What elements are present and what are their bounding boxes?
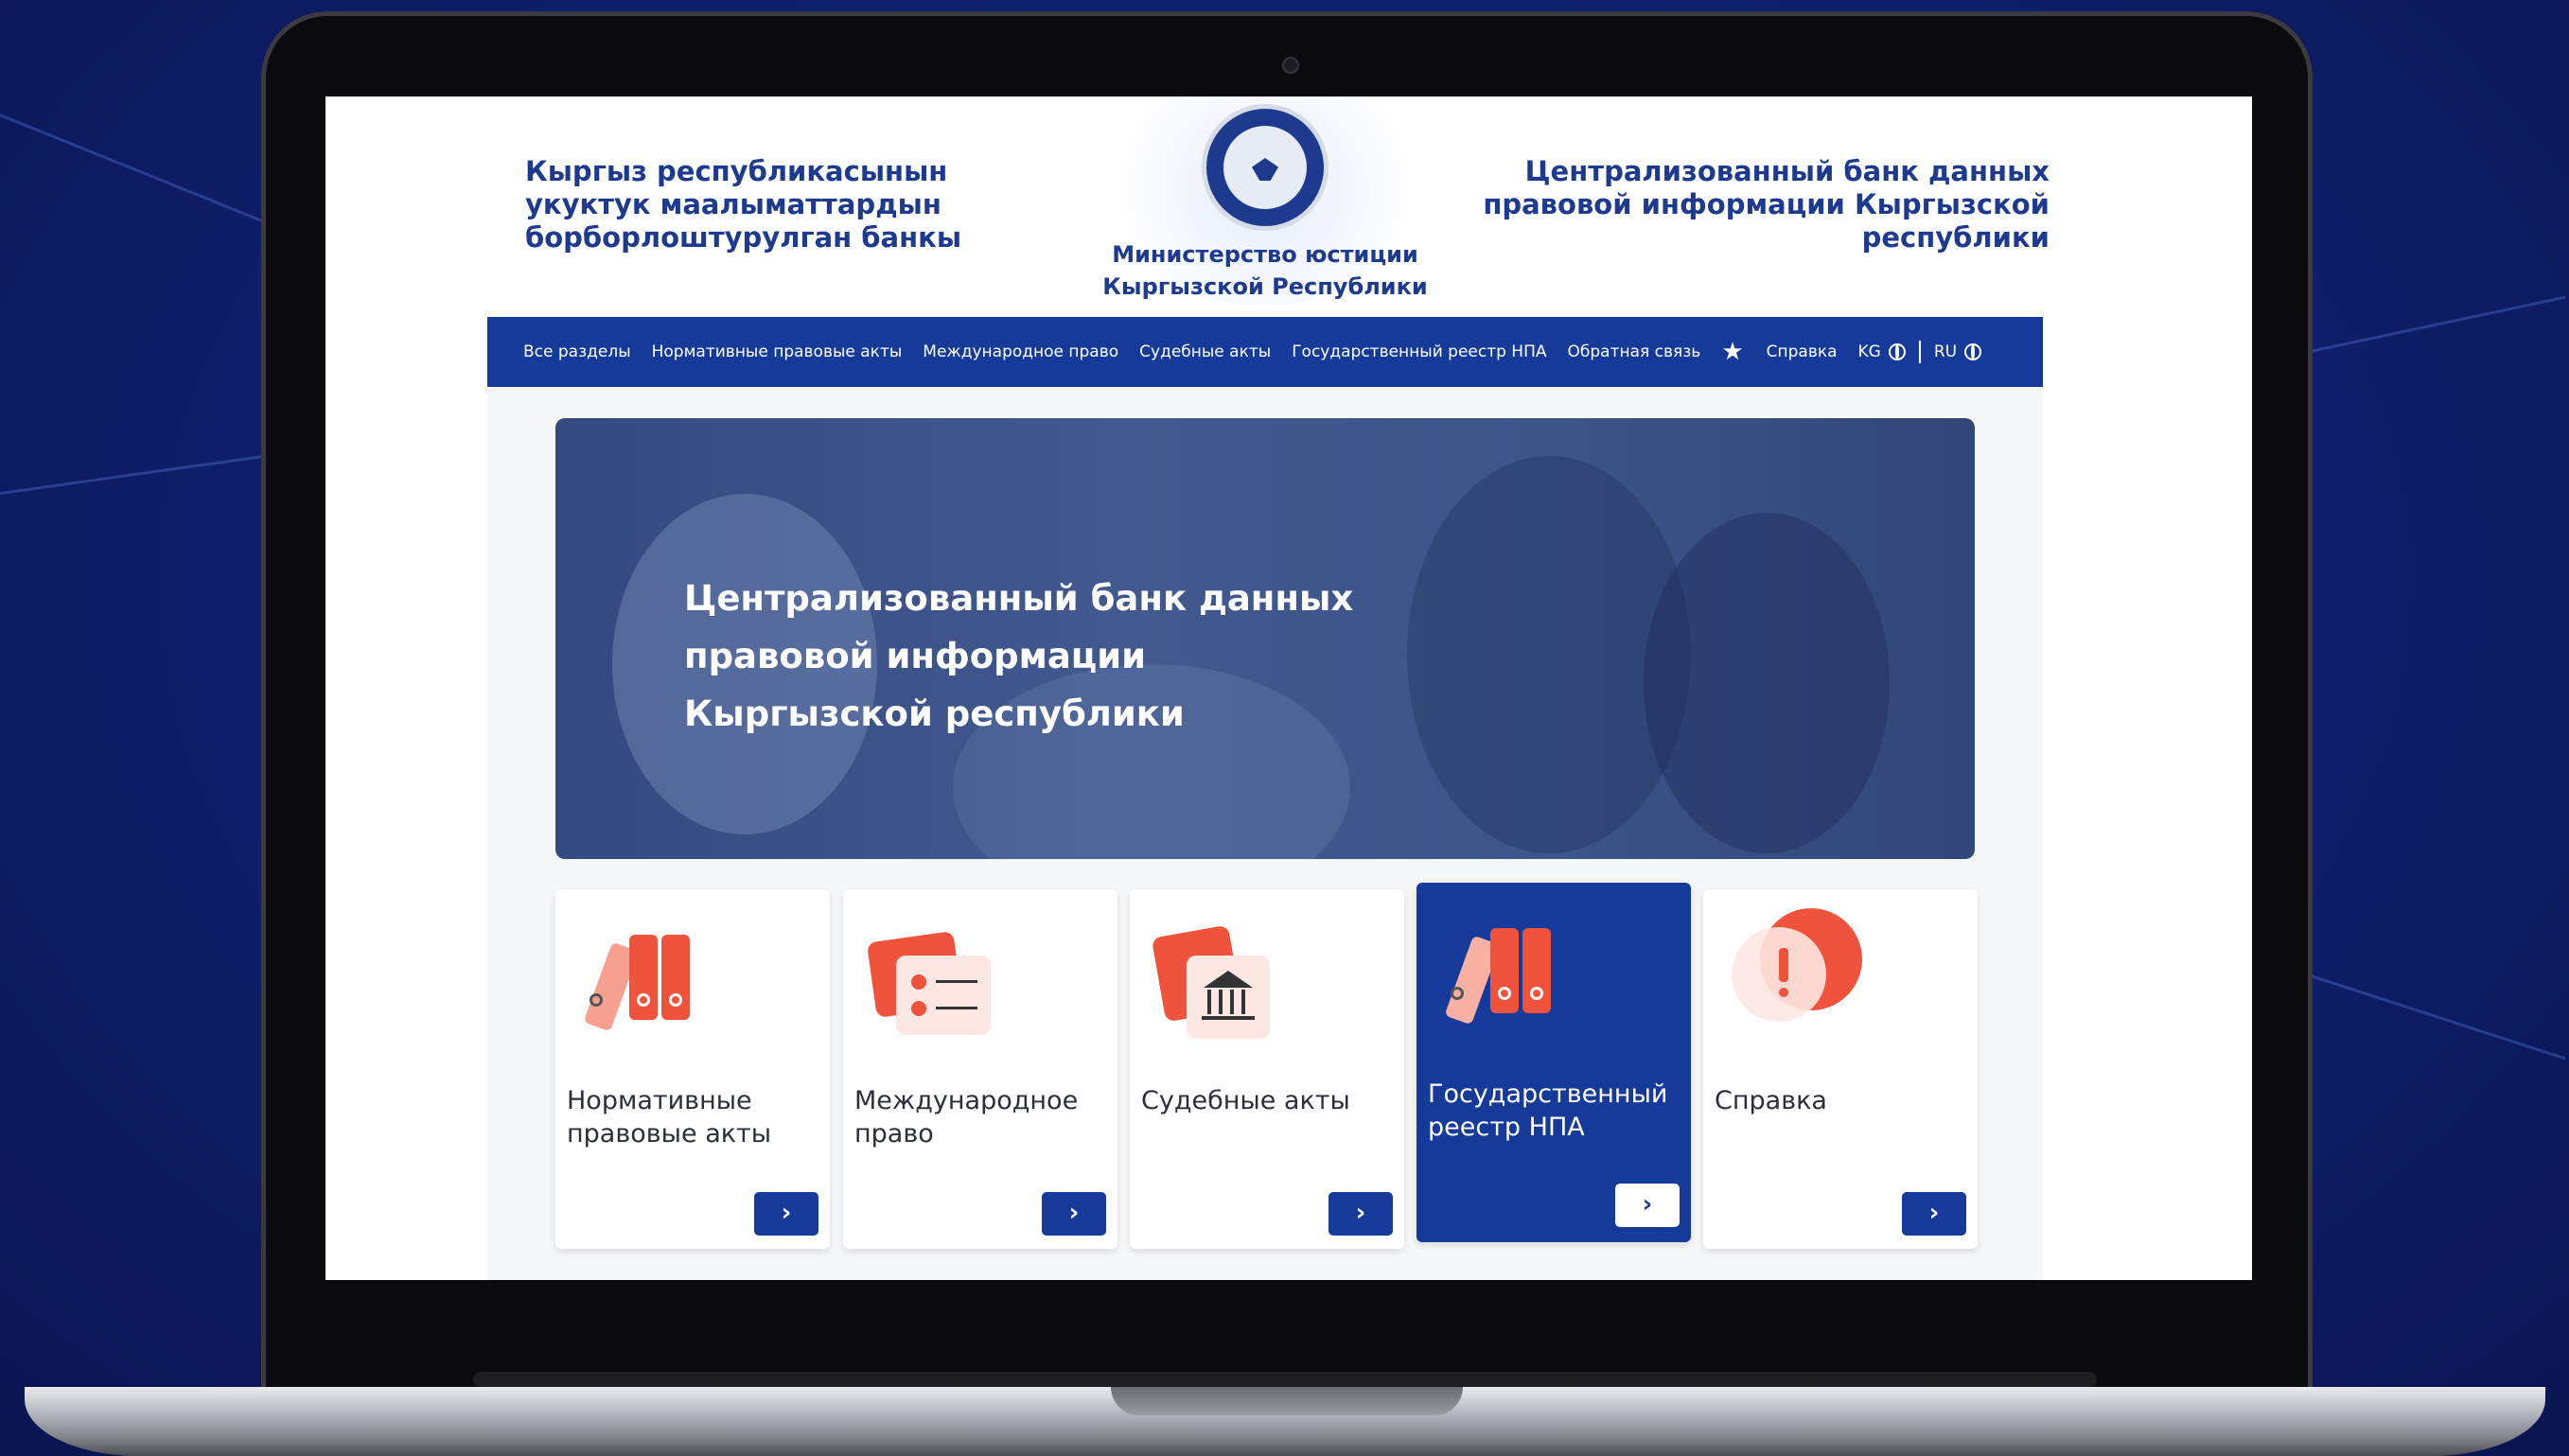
card-international-law[interactable]: Международное право › — [843, 889, 1117, 1249]
laptop-screen: Кыргыз республикасынын укуктук маалыматт… — [326, 96, 2252, 1280]
globe-icon[interactable] — [1964, 343, 1982, 360]
hero-title: Централизованный банк данных правовой ин… — [684, 570, 1441, 743]
nav-feedback[interactable]: Обратная связь — [1568, 342, 1701, 361]
nav-court-acts[interactable]: Судебные акты — [1139, 342, 1271, 361]
card-label: Справка — [1715, 1086, 1827, 1115]
laptop-notch — [1111, 1387, 1463, 1415]
language-switcher: KG RU — [1858, 341, 1982, 363]
hero-title-line: правовой информации — [684, 636, 1147, 676]
hero-banner: Централизованный банк данных правовой ин… — [555, 418, 1975, 859]
card-open-button[interactable]: › — [1615, 1184, 1680, 1227]
card-open-button[interactable]: › — [1902, 1192, 1966, 1236]
card-label: Государственный реестр НПА — [1428, 1079, 1668, 1142]
hero-title-line: Централизованный банк данных — [684, 578, 1354, 619]
hero-title-line: Кыргызской республики — [684, 693, 1185, 734]
binders-icon — [583, 927, 697, 1032]
nav-international-law[interactable]: Международное право — [923, 342, 1118, 361]
site-title-ru: Централизованный банк данных правовой ин… — [1483, 155, 2050, 254]
nav-normative-acts[interactable]: Нормативные правовые акты — [652, 342, 903, 361]
card-help[interactable]: Справка › — [1703, 889, 1978, 1249]
hero-photo-blur — [1644, 513, 1890, 853]
card-open-button[interactable]: › — [1328, 1192, 1393, 1236]
star-icon[interactable]: ★ — [1721, 338, 1743, 366]
card-label: Нормативные правовые акты — [567, 1086, 772, 1149]
eagle-icon — [1252, 158, 1278, 181]
card-label: Международное право — [854, 1086, 1079, 1149]
card-open-button[interactable]: › — [1042, 1192, 1106, 1236]
emblem-inner — [1223, 126, 1307, 209]
card-normative-acts[interactable]: Нормативные правовые акты › — [555, 889, 830, 1249]
nav-state-registry[interactable]: Государственный реестр НПА — [1292, 342, 1546, 361]
laptop-hinge — [473, 1372, 2097, 1387]
card-label: Судебные акты — [1141, 1086, 1350, 1115]
main-navigation: Все разделы Нормативные правовые акты Ме… — [487, 317, 2043, 387]
binders-icon — [1444, 921, 1558, 1026]
globe-icon[interactable] — [1888, 343, 1906, 360]
lang-kg-link[interactable]: KG — [1858, 342, 1881, 361]
ministry-emblem-logo[interactable] — [1202, 104, 1328, 231]
card-state-registry[interactable]: Государственный реестр НПА › — [1416, 883, 1691, 1242]
nav-help[interactable]: Справка — [1767, 342, 1838, 361]
card-court-acts[interactable]: Судебные акты › — [1130, 889, 1404, 1249]
site-title-kg: Кыргыз республикасынын укуктук маалыматт… — [525, 155, 962, 254]
courthouse-icon — [1151, 923, 1281, 1046]
card-open-button[interactable]: › — [754, 1192, 818, 1236]
webcam — [1282, 57, 1299, 74]
nav-all-sections[interactable]: Все разделы — [523, 342, 631, 361]
ministry-name: Министерство юстиции Кыргызской Республи… — [1102, 241, 1428, 300]
exclamation-icon — [1722, 899, 1864, 1041]
lang-ru-link[interactable]: RU — [1934, 342, 1957, 361]
lang-divider — [1918, 341, 1921, 363]
checklist-icon — [866, 927, 994, 1041]
